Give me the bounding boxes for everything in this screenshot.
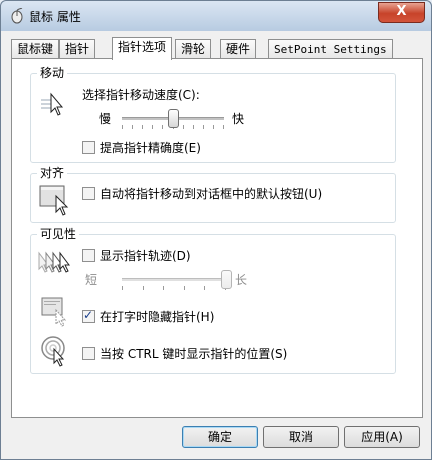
motion-group-title: 移动 bbox=[37, 64, 68, 81]
close-button[interactable]: X bbox=[378, 2, 425, 23]
show-location-ctrl-label: 当按 CTRL 键时显示指针的位置(S) bbox=[100, 347, 288, 361]
tab-pointer-options[interactable]: 指针选项 bbox=[112, 37, 173, 60]
tab-strip: 鼠标键 指针 指针选项 滑轮 硬件 SetPoint Settings bbox=[11, 37, 423, 60]
slider-tick bbox=[122, 125, 123, 129]
pointer-speed-icon bbox=[41, 92, 64, 116]
slider-tick bbox=[122, 286, 123, 290]
cancel-button[interactable]: 取消 bbox=[263, 426, 339, 448]
snap-group-title: 对齐 bbox=[37, 164, 68, 181]
slider-tick bbox=[193, 125, 194, 129]
hide-while-typing-checkbox[interactable] bbox=[82, 308, 95, 323]
slider-tick bbox=[142, 125, 143, 129]
mouse-icon bbox=[11, 8, 23, 24]
slider-tick bbox=[184, 286, 185, 290]
tab-wheel[interactable]: 滑轮 bbox=[175, 39, 212, 59]
slider-tick bbox=[223, 125, 224, 129]
title-bar: 鼠标 属性 X bbox=[1, 1, 431, 31]
mouse-properties-dialog: 鼠标 属性 X 鼠标键 指针 指针选项 滑轮 硬件 SetPoint Setti… bbox=[0, 0, 432, 460]
slider-tick bbox=[162, 125, 163, 129]
slider-tick bbox=[152, 125, 153, 129]
tab-buttons[interactable]: 鼠标键 bbox=[11, 39, 60, 59]
slider-tick bbox=[203, 125, 204, 129]
ok-button[interactable]: 确定 bbox=[182, 426, 258, 448]
window-title: 鼠标 属性 bbox=[29, 10, 81, 24]
trails-slider-track[interactable] bbox=[122, 278, 226, 281]
apply-button[interactable]: 应用(A) bbox=[344, 426, 420, 448]
speed-slow-label: 慢 bbox=[99, 112, 112, 126]
precision-label: 提高指针精确度(E) bbox=[100, 141, 201, 155]
pointer-trails-label: 显示指针轨迹(D) bbox=[100, 249, 191, 263]
snap-to-default-label: 自动将指针移动到对话框中的默认按钮(U) bbox=[100, 187, 323, 201]
snap-group: 对齐 自动将指针移动到对话框中的默认按钮(U) bbox=[30, 164, 396, 223]
show-location-ctrl-checkbox[interactable] bbox=[82, 347, 95, 360]
motion-group: 移动 选择指针移动速度(C): 慢 快 提高指针精确度(E) bbox=[30, 64, 396, 163]
hide-pointer-icon bbox=[41, 297, 67, 327]
slider-tick bbox=[204, 286, 205, 290]
slider-tick bbox=[143, 286, 144, 290]
snap-to-default-checkbox[interactable] bbox=[82, 187, 95, 200]
trails-slider-thumb[interactable] bbox=[221, 270, 232, 289]
pointer-trails-checkbox[interactable] bbox=[82, 249, 95, 262]
tab-pointers[interactable]: 指针 bbox=[59, 39, 96, 59]
visibility-group: 可见性 显示指针轨迹(D) 短 长 在打字时隐藏指针(H) bbox=[30, 225, 396, 374]
trails-slider-ticks bbox=[122, 286, 226, 290]
trails-short-label: 短 bbox=[85, 273, 98, 287]
speed-slider-thumb[interactable] bbox=[168, 109, 179, 128]
trails-long-label: 长 bbox=[235, 273, 248, 287]
precision-checkbox[interactable] bbox=[82, 141, 95, 154]
tab-setpoint-settings[interactable]: SetPoint Settings bbox=[268, 39, 393, 59]
slider-tick bbox=[213, 125, 214, 129]
hide-while-typing-label: 在打字时隐藏指针(H) bbox=[100, 310, 215, 324]
pointer-trails-icon bbox=[38, 251, 70, 273]
snap-to-button-icon bbox=[39, 185, 69, 216]
speed-fast-label: 快 bbox=[232, 112, 245, 126]
speed-label: 选择指针移动速度(C): bbox=[82, 88, 200, 102]
tab-hardware[interactable]: 硬件 bbox=[220, 39, 257, 59]
slider-tick bbox=[183, 125, 184, 129]
slider-tick bbox=[163, 286, 164, 290]
pointer-options-panel: 移动 选择指针移动速度(C): 慢 快 提高指针精确度(E) 对齐 自动将指针移… bbox=[11, 58, 423, 418]
show-location-icon bbox=[41, 336, 65, 367]
slider-tick bbox=[132, 125, 133, 129]
visibility-group-title: 可见性 bbox=[37, 225, 80, 242]
